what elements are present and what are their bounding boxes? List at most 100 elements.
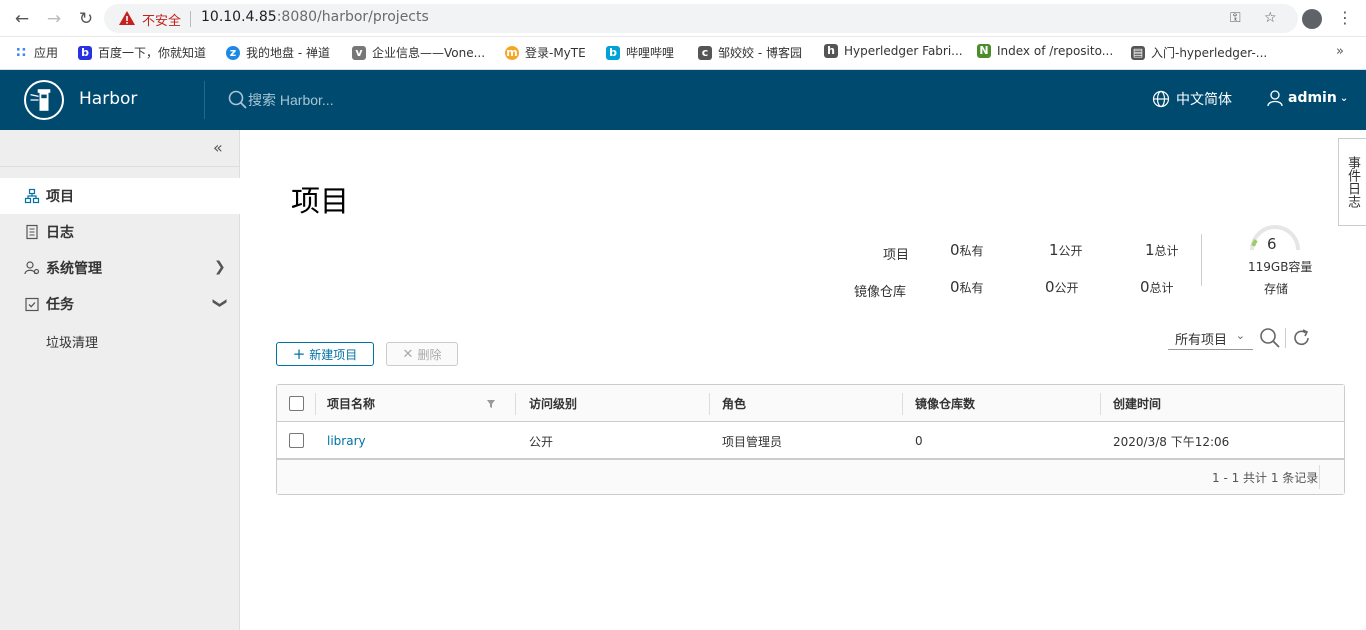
harbor-logo-icon[interactable] — [24, 80, 64, 120]
stat-unit: 总计 — [1154, 244, 1179, 258]
stat-value: 0 — [950, 241, 960, 259]
back-icon[interactable]: ← — [12, 9, 32, 29]
column-header-repo-count[interactable]: 镜像仓库数 — [915, 395, 975, 412]
projects-table: 项目名称 访问级别 角色 镜像仓库数 创建时间 library 公开 项目管理员… — [276, 384, 1345, 495]
globe-icon — [1152, 90, 1170, 108]
stat-value: 0 — [950, 278, 960, 296]
key-icon[interactable]: ⚿ — [1230, 10, 1241, 26]
sidebar-item-label: 日志 — [46, 225, 74, 241]
chevron-down-icon: ⌄ — [1235, 329, 1245, 342]
column-divider — [1100, 393, 1101, 415]
app-title[interactable]: Harbor — [79, 89, 137, 109]
bookmark-label: 邹姣姣 - 博客园 — [718, 46, 802, 60]
url-text: 10.10.4.85:8080/harbor/projects — [201, 9, 429, 25]
sidebar-item-label: 系统管理 — [46, 261, 102, 277]
bookmark-baidu[interactable]: b 百度一下，你就知道 — [78, 44, 206, 61]
insecure-label: 不安全 — [142, 14, 182, 29]
bookmark-hyperledger-docs[interactable]: ▤ 入门-hyperledger-... — [1131, 44, 1267, 61]
global-search-input[interactable] — [248, 89, 548, 111]
stat-value: 0 — [1045, 278, 1055, 296]
sidebar-item-label: 项目 — [46, 189, 74, 205]
reload-icon[interactable]: ↻ — [76, 9, 96, 29]
address-bar[interactable]: 不安全 10.10.4.85:8080/harbor/projects ⚿ ☆ — [104, 4, 1298, 33]
row-checkbox[interactable] — [289, 433, 304, 448]
project-name-link[interactable]: library — [327, 434, 366, 448]
storage-used-value: 6 — [1267, 235, 1277, 253]
new-project-button[interactable]: + 新建项目 — [276, 342, 374, 366]
stat-value: 1 — [1145, 241, 1155, 259]
forward-icon[interactable]: → — [44, 9, 64, 29]
toolbar-divider — [1285, 328, 1286, 348]
star-icon[interactable]: ☆ — [1264, 10, 1277, 26]
user-icon — [1267, 90, 1283, 107]
bookmark-cnblogs[interactable]: c 邹姣姣 - 博客园 — [698, 44, 802, 61]
warning-icon — [119, 11, 135, 25]
chevron-down-icon: ⌄ — [1339, 92, 1349, 104]
sidebar-divider — [0, 166, 240, 167]
select-all-checkbox[interactable] — [289, 396, 304, 411]
chevron-right-icon: ❯ — [214, 259, 226, 275]
bookmark-bilibili[interactable]: b 哔哩哔哩 — [606, 44, 674, 61]
nexus-icon: N — [977, 44, 991, 58]
bookmark-hyperledger[interactable]: h Hyperledger Fabri... — [824, 44, 963, 58]
user-menu[interactable]: admin ⌄ — [1266, 89, 1348, 107]
bookmark-vone[interactable]: v 企业信息——Vone... — [352, 44, 485, 61]
language-selector[interactable]: 中文简体 — [1152, 89, 1232, 109]
browser-toolbar: ← → ↻ 不安全 10.10.4.85:8080/harbor/project… — [0, 0, 1366, 37]
bookmarks-overflow-icon[interactable]: » — [1336, 44, 1344, 59]
column-divider — [709, 393, 710, 415]
tasks-icon — [25, 297, 39, 312]
more-menu-icon[interactable]: ⋮ — [1337, 8, 1353, 27]
admin-icon — [24, 261, 40, 275]
project-filter-select[interactable]: 所有项目 ⌄ — [1168, 326, 1253, 350]
address-separator — [190, 11, 191, 27]
sidebar-item-tasks[interactable]: 任务 ❯ — [0, 286, 240, 322]
new-project-label: 新建项目 — [309, 347, 358, 362]
sidebar-item-logs[interactable]: 日志 — [0, 214, 240, 250]
username: admin — [1288, 90, 1337, 106]
column-header-created[interactable]: 创建时间 — [1113, 395, 1161, 412]
sidebar-item-projects[interactable]: 项目 — [0, 178, 240, 214]
table-footer: 1 - 1 共计 1 条记录 — [277, 460, 1344, 494]
column-divider — [515, 393, 516, 415]
project-creation-time: 2020/3/8 下午12:06 — [1113, 435, 1230, 449]
bookmark-label: Hyperledger Fabri... — [844, 44, 963, 58]
bookmark-label: Index of /reposito... — [997, 44, 1114, 58]
filter-icon[interactable] — [486, 399, 496, 409]
collapse-sidebar-icon[interactable]: « — [213, 138, 223, 157]
search-icon[interactable] — [1259, 327, 1281, 349]
bookmark-apps[interactable]: ∷ 应用 — [14, 44, 58, 61]
sidebar-item-administration[interactable]: 系统管理 ❯ — [0, 250, 240, 286]
event-log-tab[interactable]: 事件日志 — [1338, 138, 1366, 226]
stat-repos-public: 0公开 — [1045, 278, 1079, 296]
stat-unit: 公开 — [1058, 244, 1083, 258]
cnblogs-icon: c — [698, 45, 712, 60]
url-host: 10.10.4.85 — [201, 9, 277, 25]
bookmark-repository[interactable]: N Index of /reposito... — [977, 44, 1113, 58]
stat-value: 0 — [1140, 278, 1150, 296]
bookmark-label: 我的地盘 - 禅道 — [246, 46, 330, 60]
bookmark-label: 登录-MyTE — [525, 46, 586, 60]
column-header-access[interactable]: 访问级别 — [529, 395, 577, 412]
column-divider — [902, 393, 903, 415]
delete-button[interactable]: ✕ 删除 — [386, 342, 458, 366]
sidebar-subitem-garbage-collection[interactable]: 垃圾清理 — [46, 332, 98, 351]
docs-icon: ▤ — [1131, 45, 1145, 60]
project-role: 项目管理员 — [722, 435, 783, 449]
baidu-icon: b — [78, 45, 92, 60]
chevron-down-icon: ❯ — [211, 297, 228, 309]
project-repo-count: 0 — [915, 434, 923, 448]
profile-icon[interactable] — [1302, 9, 1322, 29]
project-access-level: 公开 — [529, 435, 554, 449]
storage-capacity-label: 119GB容量 — [1248, 260, 1313, 274]
page-title: 项目 — [291, 184, 350, 218]
header-divider — [204, 81, 205, 119]
bookmark-myte[interactable]: m 登录-MyTE — [505, 44, 586, 61]
column-header-role[interactable]: 角色 — [722, 395, 746, 412]
column-header-name[interactable]: 项目名称 — [327, 395, 375, 412]
table-row[interactable]: library 公开 项目管理员 0 2020/3/8 下午12:06 — [277, 422, 1344, 460]
plus-icon: + — [292, 345, 306, 363]
refresh-icon[interactable] — [1291, 327, 1313, 349]
bookmark-zentao[interactable]: z 我的地盘 - 禅道 — [226, 44, 330, 61]
column-divider — [315, 393, 316, 415]
